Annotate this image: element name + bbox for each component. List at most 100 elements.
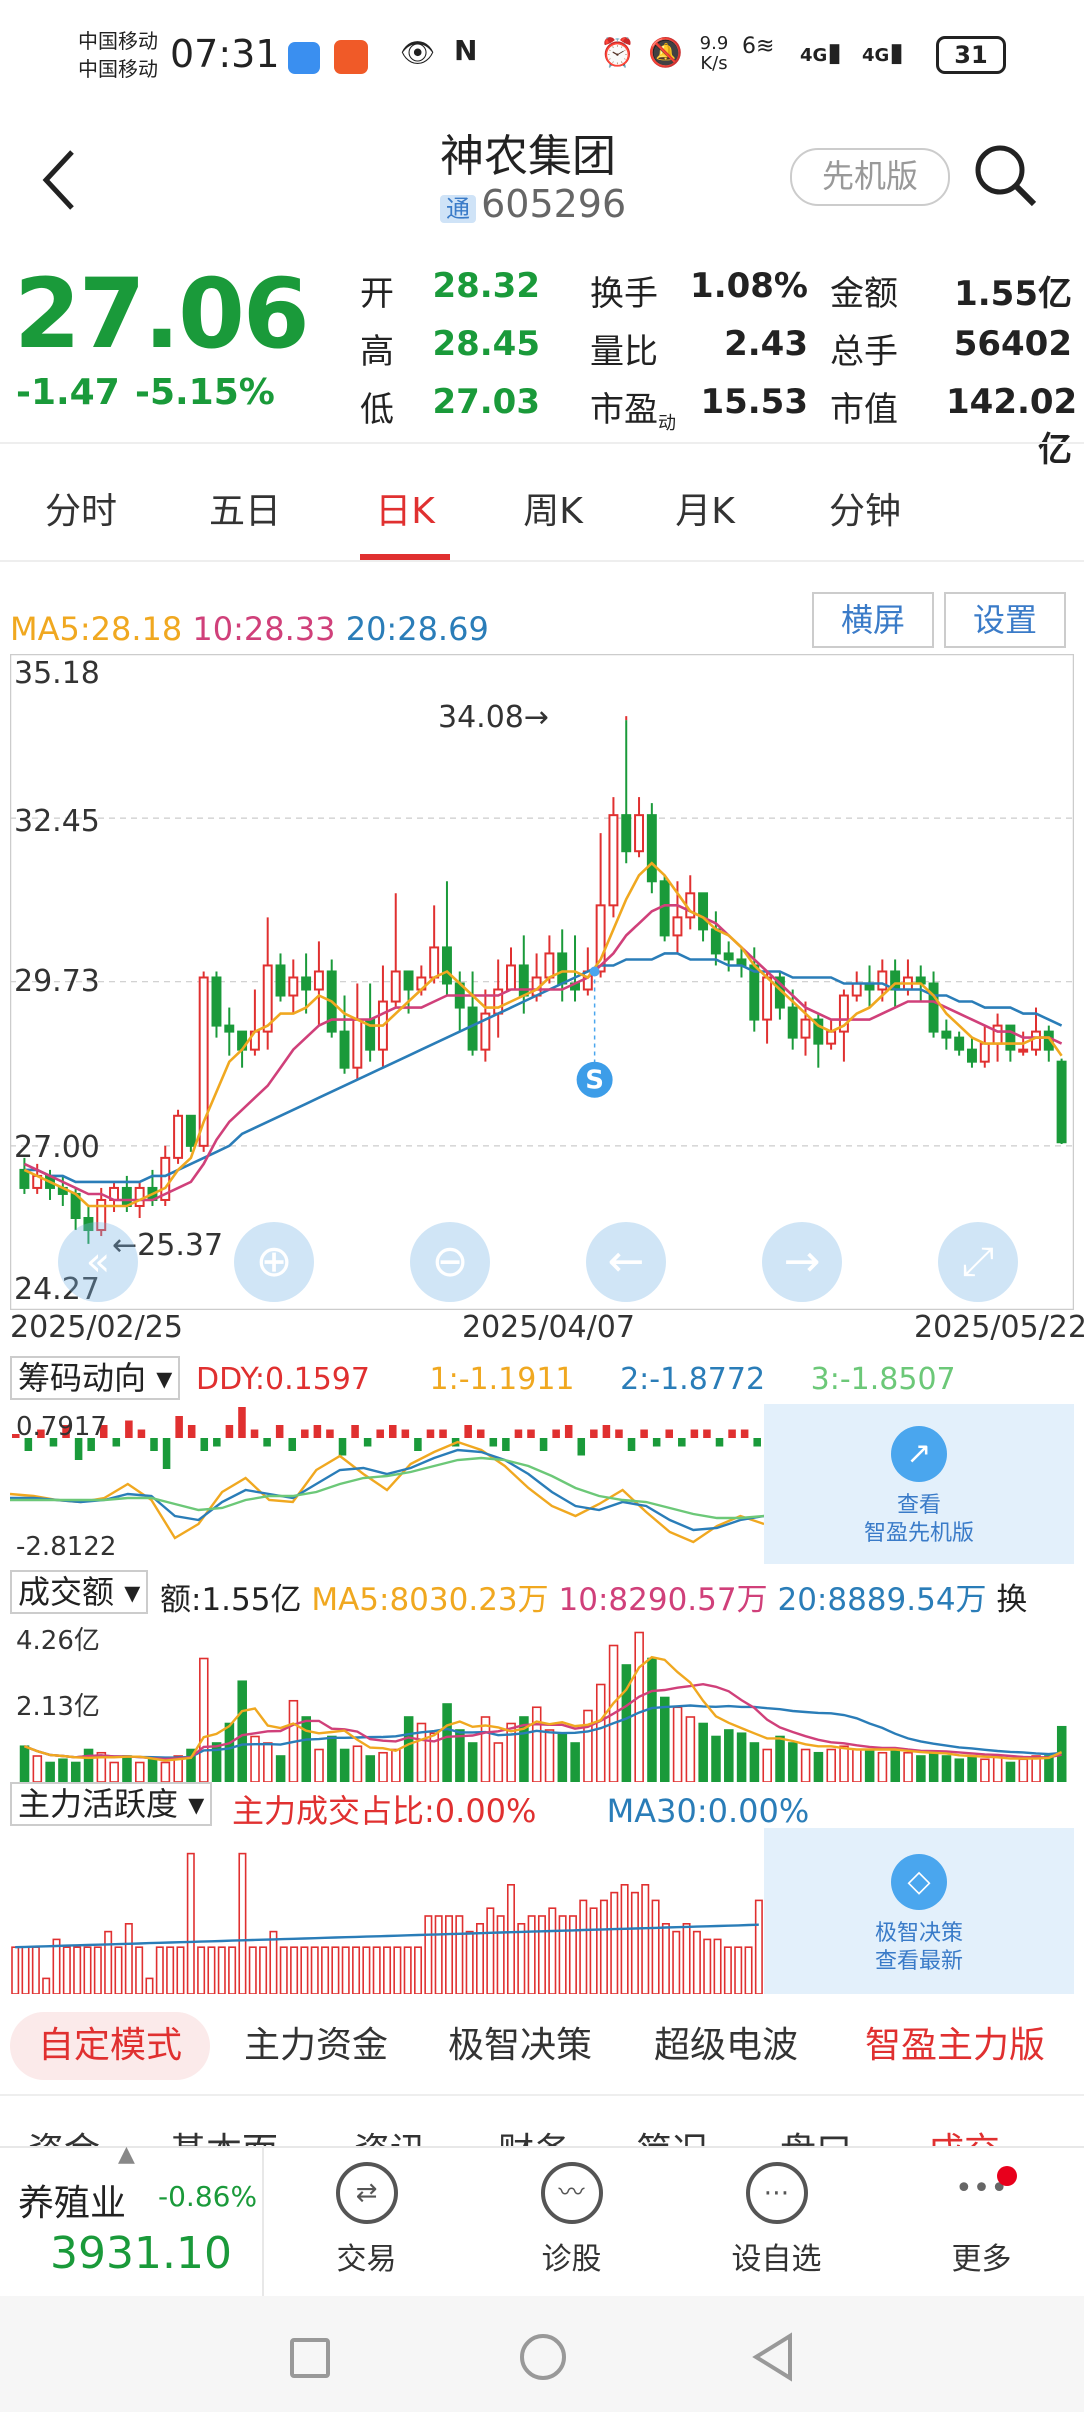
nav-label: 交易 <box>336 2242 397 2277</box>
mode-tab[interactable]: 智盈主力版 <box>850 2012 1060 2080</box>
main-force-bar <box>217 1946 226 1994</box>
period-tab[interactable]: 月K <box>630 482 780 534</box>
stock-name: 神农集团 <box>440 131 616 182</box>
main-force-bar <box>610 1891 619 1994</box>
main-force-selector[interactable]: 主力活跃度 ▾ <box>10 1782 213 1826</box>
pan-left-button[interactable]: ← <box>586 1222 666 1302</box>
mode-tab[interactable]: 超级电波 <box>636 2012 816 2080</box>
volume-bar <box>493 1742 504 1782</box>
ddy-bar <box>338 1438 347 1456</box>
settings-button[interactable]: 设置 <box>944 592 1066 648</box>
period-tab[interactable]: 周K <box>478 482 628 534</box>
quote-label: 低 <box>360 390 394 430</box>
taobao-icon <box>334 40 368 74</box>
amount-value: 额:1.55亿 <box>160 1582 302 1618</box>
mode-tab[interactable]: 极智决策 <box>430 2012 610 2080</box>
period-tab[interactable]: 分钟 <box>790 482 940 534</box>
main-force-bar <box>83 1946 92 1994</box>
quote-value: 15.53 <box>700 382 808 422</box>
price-change-percent: -5.15% <box>135 372 275 413</box>
recents-button[interactable] <box>290 2338 330 2378</box>
volume-bar <box>916 1755 926 1782</box>
zoom-in-button[interactable]: ⊕ <box>234 1222 314 1302</box>
main-force-bar <box>93 1946 102 1994</box>
main-force-bar <box>383 1946 392 1994</box>
landscape-button[interactable]: 横屏 <box>812 592 934 648</box>
main-force-bar <box>465 1930 474 1994</box>
candle <box>390 893 401 1008</box>
sub-tab[interactable]: 基本面 <box>170 2122 278 2148</box>
pan-right-button[interactable]: → <box>762 1222 842 1302</box>
search-button[interactable] <box>970 140 1040 210</box>
sub-tab[interactable]: 成交 <box>928 2122 1000 2148</box>
signal-icon-1: 4G▮ <box>800 38 842 68</box>
main-force-bar <box>723 1946 732 1994</box>
main-force-bar <box>166 1946 175 1994</box>
line2-value: 2:-1.8772 <box>620 1362 766 1397</box>
back-nav-button[interactable] <box>750 2332 794 2386</box>
main-force-bar <box>506 1883 515 1994</box>
main-force-bar <box>290 1946 299 1994</box>
candle <box>275 953 286 1002</box>
index-ticker[interactable]: ▲ 养殖业 -0.86% 3931.10 <box>0 2142 264 2298</box>
period-tab[interactable]: 分时 <box>6 482 156 534</box>
ddy-bar <box>426 1429 435 1438</box>
ma20-label: 20:28.69 <box>345 610 489 648</box>
pioneer-ad-panel[interactable]: ↗ 查看 智盈先机版 <box>764 1404 1074 1564</box>
mode-tab[interactable]: 主力资金 <box>226 2012 406 2080</box>
volume-bar <box>1044 1755 1054 1782</box>
main-force-bar <box>496 1915 505 1994</box>
net-speed: 9.9 K/s <box>699 33 729 74</box>
connect-badge: 通 <box>440 195 476 223</box>
volume-bar <box>724 1729 734 1782</box>
candle <box>288 959 299 1014</box>
candle <box>339 995 350 1074</box>
fast-back-button[interactable]: « <box>58 1222 138 1302</box>
back-button[interactable] <box>30 140 90 220</box>
quote-label: 高 <box>360 332 394 372</box>
arrow-left-icon: ← <box>607 1236 645 1287</box>
ddy-bar <box>150 1438 158 1451</box>
sub-tab[interactable]: 盘口 <box>780 2122 852 2148</box>
decision-ad-panel[interactable]: ◇ 极智决策 查看最新 <box>764 1828 1074 1994</box>
volume-bar <box>544 1729 555 1782</box>
sub-tab[interactable]: 资金 <box>28 2122 100 2148</box>
sub-tab[interactable]: 财务 <box>498 2122 570 2148</box>
volume-bar <box>378 1751 388 1782</box>
nav-add-watchlist-button[interactable]: ⋯ 设自选 <box>674 2162 879 2278</box>
ddy-bar <box>502 1438 510 1451</box>
mode-tabs: 自定模式 主力资金 极智决策 超级电波 智盈主力版 <box>0 2012 1084 2082</box>
period-tab[interactable]: 日K <box>330 482 480 534</box>
ddy-bar <box>690 1429 699 1438</box>
wifi-icon: 6≋ <box>742 34 775 59</box>
fullscreen-button[interactable]: ⤢ <box>938 1222 1018 1302</box>
candle <box>313 941 324 1026</box>
nav-more-button[interactable]: ••• 更多 <box>879 2162 1084 2278</box>
weather-icon <box>288 42 320 74</box>
main-force-bar <box>414 1946 423 1994</box>
volume-indicator-selector[interactable]: 成交额 ▾ <box>10 1570 149 1614</box>
main-force-bar <box>331 1946 340 1994</box>
home-button[interactable] <box>520 2334 566 2380</box>
chip-bottom-value: -2.8122 <box>16 1532 117 1562</box>
ddy-bar <box>728 1429 736 1438</box>
nav-exchange-button[interactable]: ⇄ 交易 <box>264 2162 469 2278</box>
zoom-out-button[interactable]: ⊖ <box>410 1222 490 1302</box>
main-force-bar <box>692 1930 701 1994</box>
index-percent: -0.86% <box>158 2180 258 2213</box>
pioneer-version-button[interactable]: 先机版 <box>790 148 950 206</box>
add-watchlist-icon: ⋯ <box>745 2162 808 2224</box>
sub-tab[interactable]: 资讯 <box>354 2122 426 2148</box>
period-tab[interactable]: 五日 <box>170 482 320 534</box>
main-force-bar <box>104 1930 113 1994</box>
nav-diagnosis-button[interactable]: 〰诊股 <box>469 2162 674 2278</box>
mode-tab[interactable]: 自定模式 <box>10 2012 210 2080</box>
chip-indicator-selector[interactable]: 筹码动向 ▾ <box>10 1356 181 1400</box>
main-force-bar <box>630 1891 639 1994</box>
candle <box>429 905 440 984</box>
quote-label: 总手 <box>830 332 898 372</box>
collapse-arrow-icon: ▲ <box>118 2142 135 2167</box>
volume-bar <box>928 1751 939 1782</box>
sub-tab[interactable]: 简况 <box>636 2122 708 2148</box>
candlestick-chart[interactable]: S <box>10 654 1074 1310</box>
